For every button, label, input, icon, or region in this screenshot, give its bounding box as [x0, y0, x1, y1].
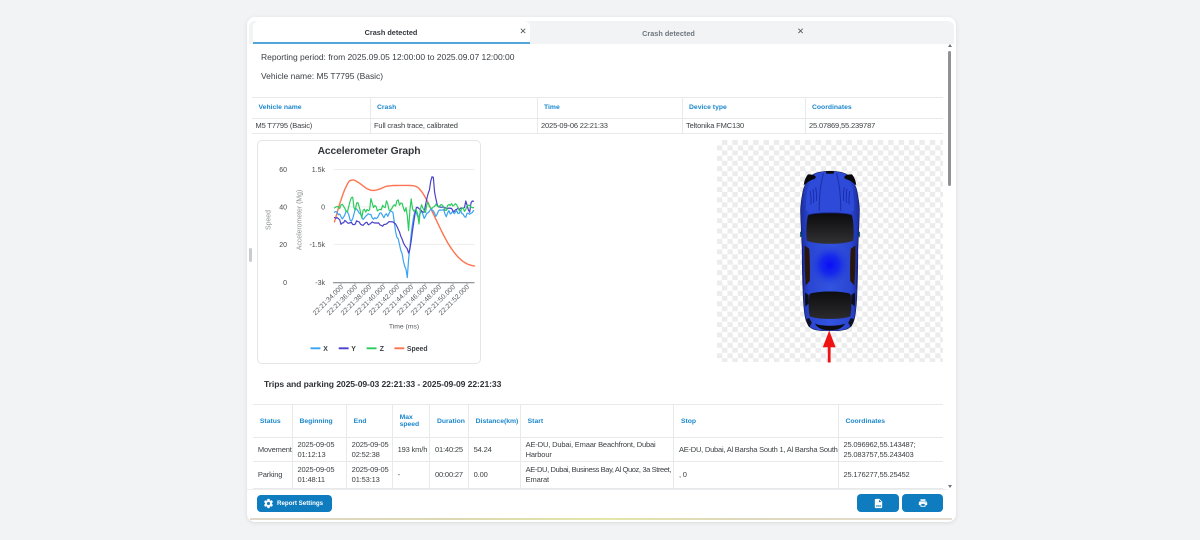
svg-text:1.5k: 1.5k	[312, 167, 326, 174]
svg-text:Accelerometer Graph: Accelerometer Graph	[318, 146, 421, 157]
svg-text:0: 0	[321, 204, 325, 211]
svg-text:-1.5k: -1.5k	[309, 242, 325, 249]
svg-text:20: 20	[279, 242, 287, 249]
svg-text:-3k: -3k	[315, 280, 325, 287]
svg-text:Accelerometer (Mg): Accelerometer (Mg)	[297, 190, 304, 251]
svg-text:40: 40	[279, 204, 287, 211]
svg-text:PDF: PDF	[875, 503, 881, 507]
svg-text:Y: Y	[351, 346, 356, 353]
svg-text:0: 0	[283, 280, 287, 287]
svg-text:X: X	[323, 346, 328, 353]
svg-text:Speed: Speed	[407, 346, 428, 353]
svg-text:Z: Z	[380, 346, 385, 353]
svg-text:60: 60	[279, 167, 287, 174]
svg-text:Speed: Speed	[266, 210, 273, 230]
svg-text:Time (ms): Time (ms)	[389, 324, 419, 331]
